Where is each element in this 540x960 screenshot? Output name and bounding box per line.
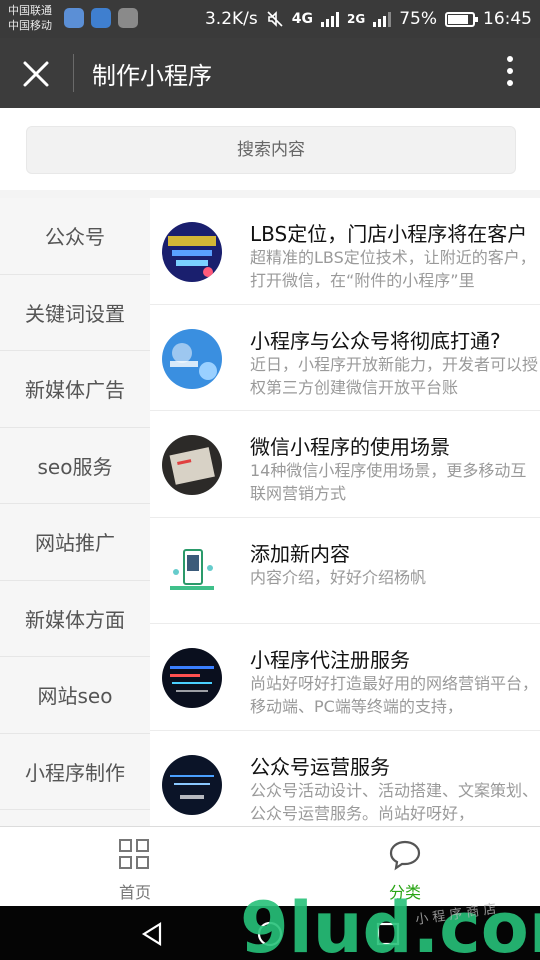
article-desc: 近日，小程序开放新能力，开发者可以授权第三方创建微信开放平台账 [250,354,539,397]
sidebar-item-keywords[interactable]: 关键词设置 [0,275,150,351]
battery-percent: 75% [399,9,437,29]
grid-home-icon [119,839,151,871]
sidebar-item-new-media-ads[interactable]: 新媒体广告 [0,351,150,428]
network-speed: 3.2K/s [204,9,258,29]
list-item[interactable]: 微信小程序的使用场景 14种微信小程序使用场景，更多移动互联网营销方式 [150,411,540,518]
close-icon[interactable] [22,60,50,88]
site-watermark: 9lud.com 小 程 序 商 店 [240,887,540,960]
article-thumbnail [162,222,222,282]
battery-icon [445,11,478,27]
article-thumbnail [162,648,222,708]
list-item[interactable]: 小程序代注册服务 尚站好呀好打造最好用的网络营销平台，移动端、PC端等终端的支持… [150,624,540,731]
article-title: 小程序代注册服务 [250,648,410,672]
carrier-1: 中国联通 [8,4,52,17]
sidebar-item-website-seo[interactable]: 网站seo [0,657,150,734]
notification-app-icon [64,8,84,28]
list-item[interactable]: LBS定位，门店小程序将在客户 超精准的LBS定位技术，让附近的客户，打开微信，… [150,198,540,305]
article-desc: 超精准的LBS定位技术，让附近的客户，打开微信，在“附件的小程序”里 [250,248,536,290]
carrier-2: 中国移动 [8,19,52,32]
sidebar-item-mini-program[interactable]: 小程序制作 [0,734,150,810]
sidebar-item-gongzhonghao[interactable]: 公众号 [0,198,150,275]
signal-icon-2 [373,11,392,27]
network-type-1: 4G [291,11,313,27]
image-app-icon [118,8,138,28]
tab-home-label: 首页 [118,883,151,902]
status-right: 3.2K/s 4G 2G 75% 16:45 [205,0,532,38]
more-vertical-icon[interactable] [506,56,514,90]
article-thumbnail [162,328,222,389]
status-bar: 中国联通 中国移动 3.2K/s 4G 2G 75% 16:45 [0,0,540,38]
location-app-icon [91,8,111,28]
watermark-main-text: 9lud.com [240,887,540,960]
article-desc: 内容介绍，好好介绍杨帆 [250,567,427,587]
article-desc: 尚站好呀好打造最好用的网络营销平台，移动端、PC端等终端的支持， [250,674,539,716]
mute-icon [267,11,283,27]
section-divider [0,190,540,198]
network-type-2: 2G [347,12,366,26]
article-title: 添加新内容 [250,541,350,566]
article-thumbnail [162,541,222,602]
article-title: 小程序与公众号将彻底打通? [250,328,501,353]
back-triangle-icon[interactable] [138,920,166,948]
list-item[interactable]: 公众号运营服务 公众号活动设计、活动搭建、文案策划、公众号运营服务。尚站好呀好， [150,731,540,827]
article-title: 微信小程序的使用场景 [250,435,450,459]
article-title: 公众号运营服务 [250,754,390,779]
page-title: 制作小程序 [92,62,212,90]
sidebar-item-website-promotion[interactable]: 网站推广 [0,504,150,581]
article-thumbnail [162,435,222,495]
sidebar-item-new-media[interactable]: 新媒体方面 [0,581,150,657]
article-list: LBS定位，门店小程序将在客户 超精准的LBS定位技术，让附近的客户，打开微信，… [150,198,540,826]
tab-home[interactable]: 首页 [60,827,210,907]
article-desc: 14种微信小程序使用场景，更多移动互联网营销方式 [250,461,527,503]
carrier-info: 中国联通 中国移动 [8,3,52,33]
chat-bubble-icon [389,840,421,871]
article-thumbnail [162,754,222,815]
signal-icon-1 [321,11,339,27]
clock: 16:45 [483,9,532,29]
search-area: 搜索内容 [0,108,540,190]
title-divider [73,54,74,92]
title-bar: 制作小程序 [0,38,540,108]
search-input[interactable]: 搜索内容 [26,126,516,174]
sidebar-item-seo-service[interactable]: seo服务 [0,428,150,504]
list-item[interactable]: 小程序与公众号将彻底打通? 近日，小程序开放新能力，开发者可以授权第三方创建微信… [150,305,540,411]
list-item[interactable]: 添加新内容 内容介绍，好好介绍杨帆 [150,518,540,624]
article-title: LBS定位，门店小程序将在客户 [250,222,528,246]
category-sidebar: 公众号 关键词设置 新媒体广告 seo服务 网站推广 新媒体方面 网站seo 小… [0,198,150,826]
article-desc: 公众号活动设计、活动搭建、文案策划、公众号运营服务。尚站好呀好， [250,780,539,823]
